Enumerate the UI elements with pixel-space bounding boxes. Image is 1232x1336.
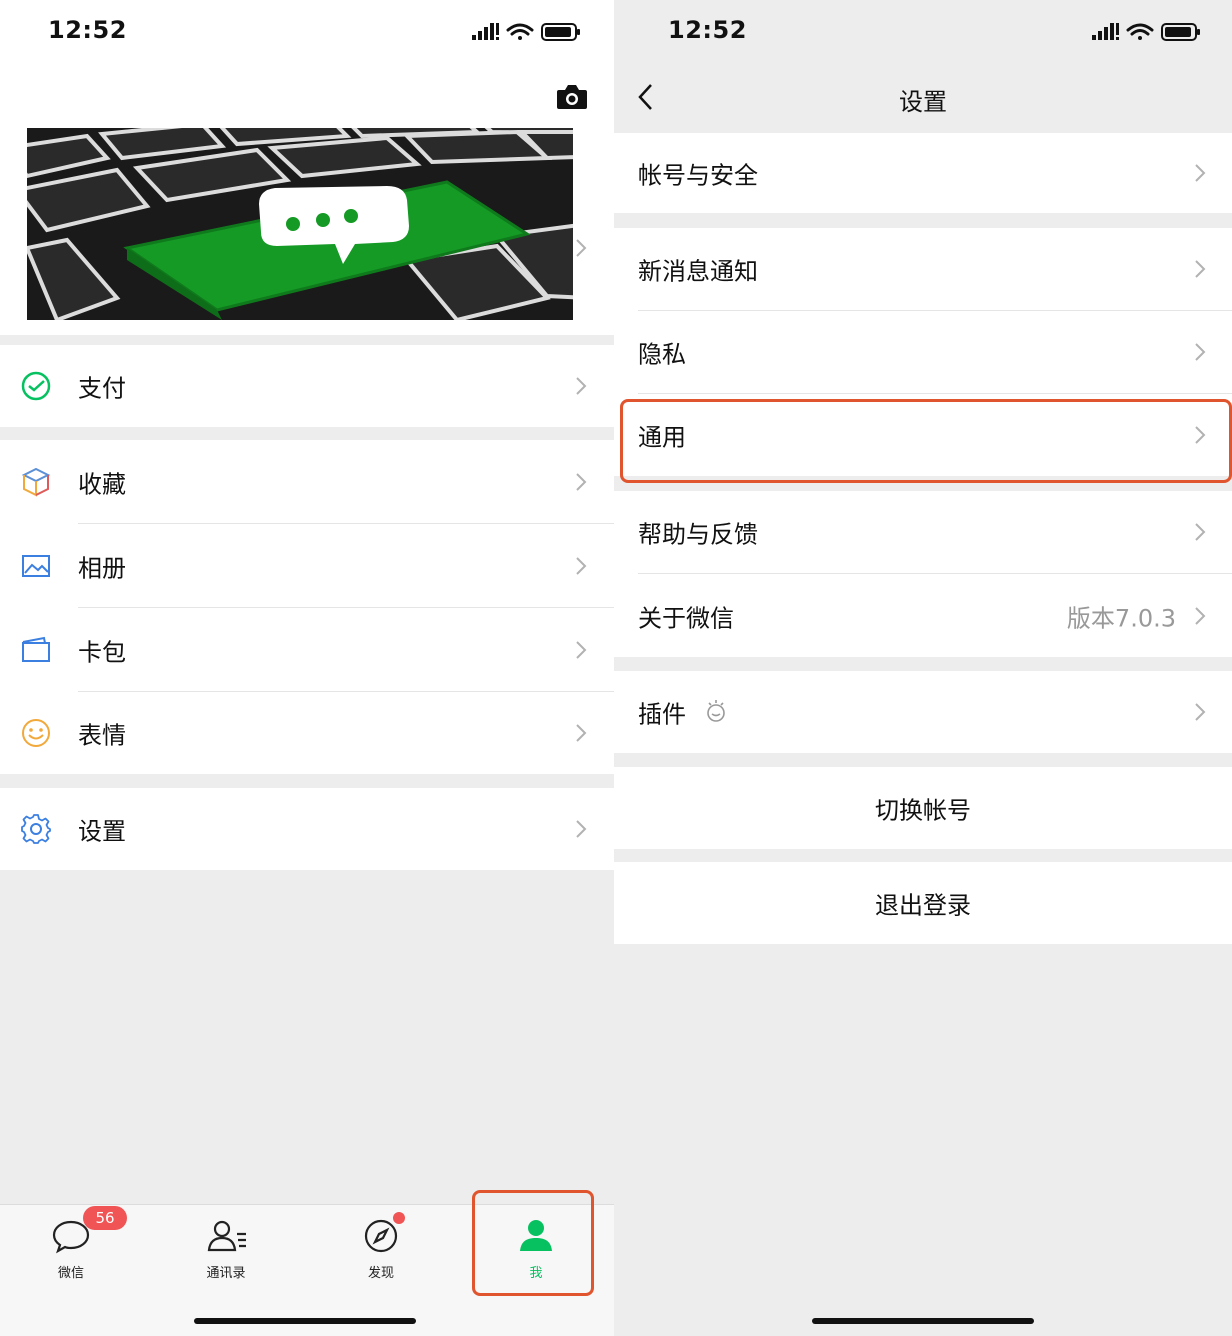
menu-item-settings[interactable]: 设置	[0, 788, 614, 870]
cube-icon	[21, 467, 51, 497]
chevron-right-icon	[1195, 523, 1206, 541]
settings-item-plugins[interactable]: 插件	[614, 671, 1232, 753]
chevron-right-icon	[1195, 703, 1206, 721]
status-time: 12:52	[668, 16, 747, 44]
settings-item-notifications[interactable]: 新消息通知	[614, 228, 1232, 310]
status-time: 12:52	[48, 16, 127, 44]
tab-discover[interactable]: 发现	[331, 1210, 431, 1290]
logout-button[interactable]: 退出登录	[614, 862, 1232, 944]
home-indicator	[812, 1318, 1034, 1324]
chevron-right-icon	[1195, 606, 1206, 625]
settings-item-label: 隐私	[638, 340, 686, 369]
battery-icon	[541, 23, 580, 41]
settings-item-label: 帐号与安全	[638, 161, 758, 190]
card-wallet-icon	[22, 636, 50, 662]
menu-item-label: 设置	[78, 817, 126, 846]
cellular-signal-icon	[472, 23, 499, 40]
tab-contacts[interactable]: 通讯录	[176, 1210, 276, 1290]
menu-item-stickers[interactable]: 表情	[0, 692, 614, 774]
menu-item-cards[interactable]: 卡包	[0, 608, 614, 691]
settings-item-label: 帮助与反馈	[638, 520, 758, 549]
tab-label: 微信	[57, 1266, 84, 1281]
red-dot-badge	[393, 1212, 405, 1224]
button-label: 退出登录	[875, 891, 971, 920]
menu-item-pay[interactable]: 支付	[0, 345, 614, 427]
chevron-right-icon	[576, 472, 587, 491]
status-icons	[1092, 23, 1200, 41]
contacts-icon	[207, 1220, 246, 1252]
cover-chevron-right-icon[interactable]	[574, 237, 588, 259]
wechat-pay-icon	[21, 371, 51, 401]
settings-item-label: 插件	[638, 700, 686, 729]
settings-item-privacy[interactable]: 隐私	[614, 311, 1232, 393]
chevron-right-icon	[576, 724, 587, 742]
photo-album-icon	[22, 554, 50, 577]
cellular-signal-icon	[1092, 23, 1119, 40]
highlight-box	[620, 399, 1232, 483]
battery-icon	[1161, 23, 1200, 41]
menu-item-label: 相册	[78, 554, 126, 582]
settings-item-about[interactable]: 关于微信 版本7.0.3	[614, 574, 1232, 657]
tab-chats[interactable]: 56 微信	[21, 1206, 127, 1290]
chevron-right-icon	[1195, 343, 1206, 361]
gear-icon	[21, 814, 51, 844]
smiley-icon	[22, 719, 50, 747]
status-icons	[472, 23, 580, 41]
plugin-sparkle-icon	[707, 700, 725, 722]
page-title: 设置	[899, 88, 947, 116]
menu-item-label: 表情	[78, 721, 126, 750]
chevron-right-icon	[576, 377, 587, 395]
chevron-right-icon	[576, 820, 587, 838]
wifi-icon	[1126, 23, 1154, 40]
highlight-box	[472, 1190, 594, 1296]
chevron-right-icon	[1195, 164, 1206, 182]
settings-item-account-security[interactable]: 帐号与安全	[614, 133, 1232, 213]
chevron-right-icon	[576, 556, 587, 575]
menu-item-album[interactable]: 相册	[0, 524, 614, 607]
menu-item-favorites[interactable]: 收藏	[0, 440, 614, 523]
cover-image	[27, 128, 573, 320]
switch-account-button[interactable]: 切换帐号	[614, 767, 1232, 849]
menu-item-label: 卡包	[78, 638, 126, 666]
settings-group: 帮助与反馈 关于微信 版本7.0.3	[614, 491, 1232, 657]
camera-icon[interactable]	[556, 84, 588, 110]
settings-screen: 12:52 设置 帐号与安全 新消息通知 隐私 通用 帮助与反馈 关于微信 版本…	[614, 0, 1232, 1336]
nav-bar: 设置	[614, 64, 1232, 132]
chevron-right-icon	[576, 640, 587, 659]
home-indicator	[194, 1318, 416, 1324]
settings-item-label: 新消息通知	[638, 257, 758, 286]
menu-item-label: 支付	[78, 374, 126, 403]
wifi-icon	[506, 23, 534, 40]
me-screen: 12:52 支付 收藏 相册 卡包 表情 设置 56 微信 通讯录 发现 我	[0, 0, 614, 1336]
settings-item-help-feedback[interactable]: 帮助与反馈	[614, 491, 1232, 573]
menu-item-label: 收藏	[78, 470, 126, 498]
status-bar: 12:52	[0, 0, 614, 64]
tab-label: 发现	[367, 1266, 394, 1281]
chevron-right-icon	[1195, 260, 1206, 278]
tab-label: 通讯录	[206, 1266, 246, 1281]
version-text: 版本7.0.3	[1066, 604, 1176, 632]
status-bar: 12:52	[614, 0, 1232, 64]
menu-group: 收藏 相册 卡包 表情	[0, 440, 614, 774]
unread-badge: 56	[83, 1206, 127, 1230]
button-label: 切换帐号	[875, 796, 971, 825]
settings-item-label: 关于微信	[638, 604, 734, 632]
